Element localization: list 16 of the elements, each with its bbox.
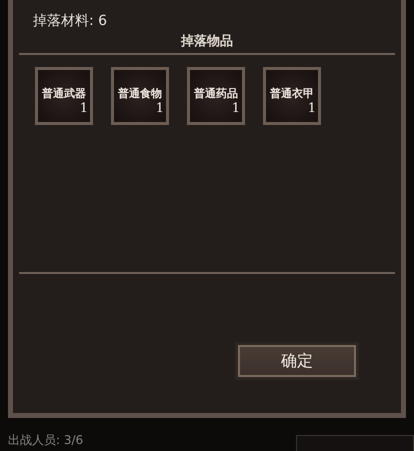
item-slot[interactable]: 普通食物 1 [111,67,169,125]
item-name: 普通食物 [118,86,162,101]
item-count: 1 [80,101,89,116]
item-name: 普通药品 [194,86,238,101]
status-text: 出战人员: 3/6 [8,432,84,449]
drop-items-title: 掉落物品 [181,33,233,50]
item-count: 1 [308,101,317,116]
item-name: 普通衣甲 [270,86,314,101]
confirm-button[interactable]: 确定 [235,342,359,380]
item-slot[interactable]: 普通药品 1 [187,67,245,125]
drop-materials-text: 掉落材料: 6 [32,12,108,30]
item-count: 1 [232,101,241,116]
item-slot[interactable]: 普通衣甲 1 [263,67,321,125]
item-count: 1 [156,101,165,116]
item-name: 普通武器 [42,86,86,101]
item-slot[interactable]: 普通武器 1 [35,67,93,125]
